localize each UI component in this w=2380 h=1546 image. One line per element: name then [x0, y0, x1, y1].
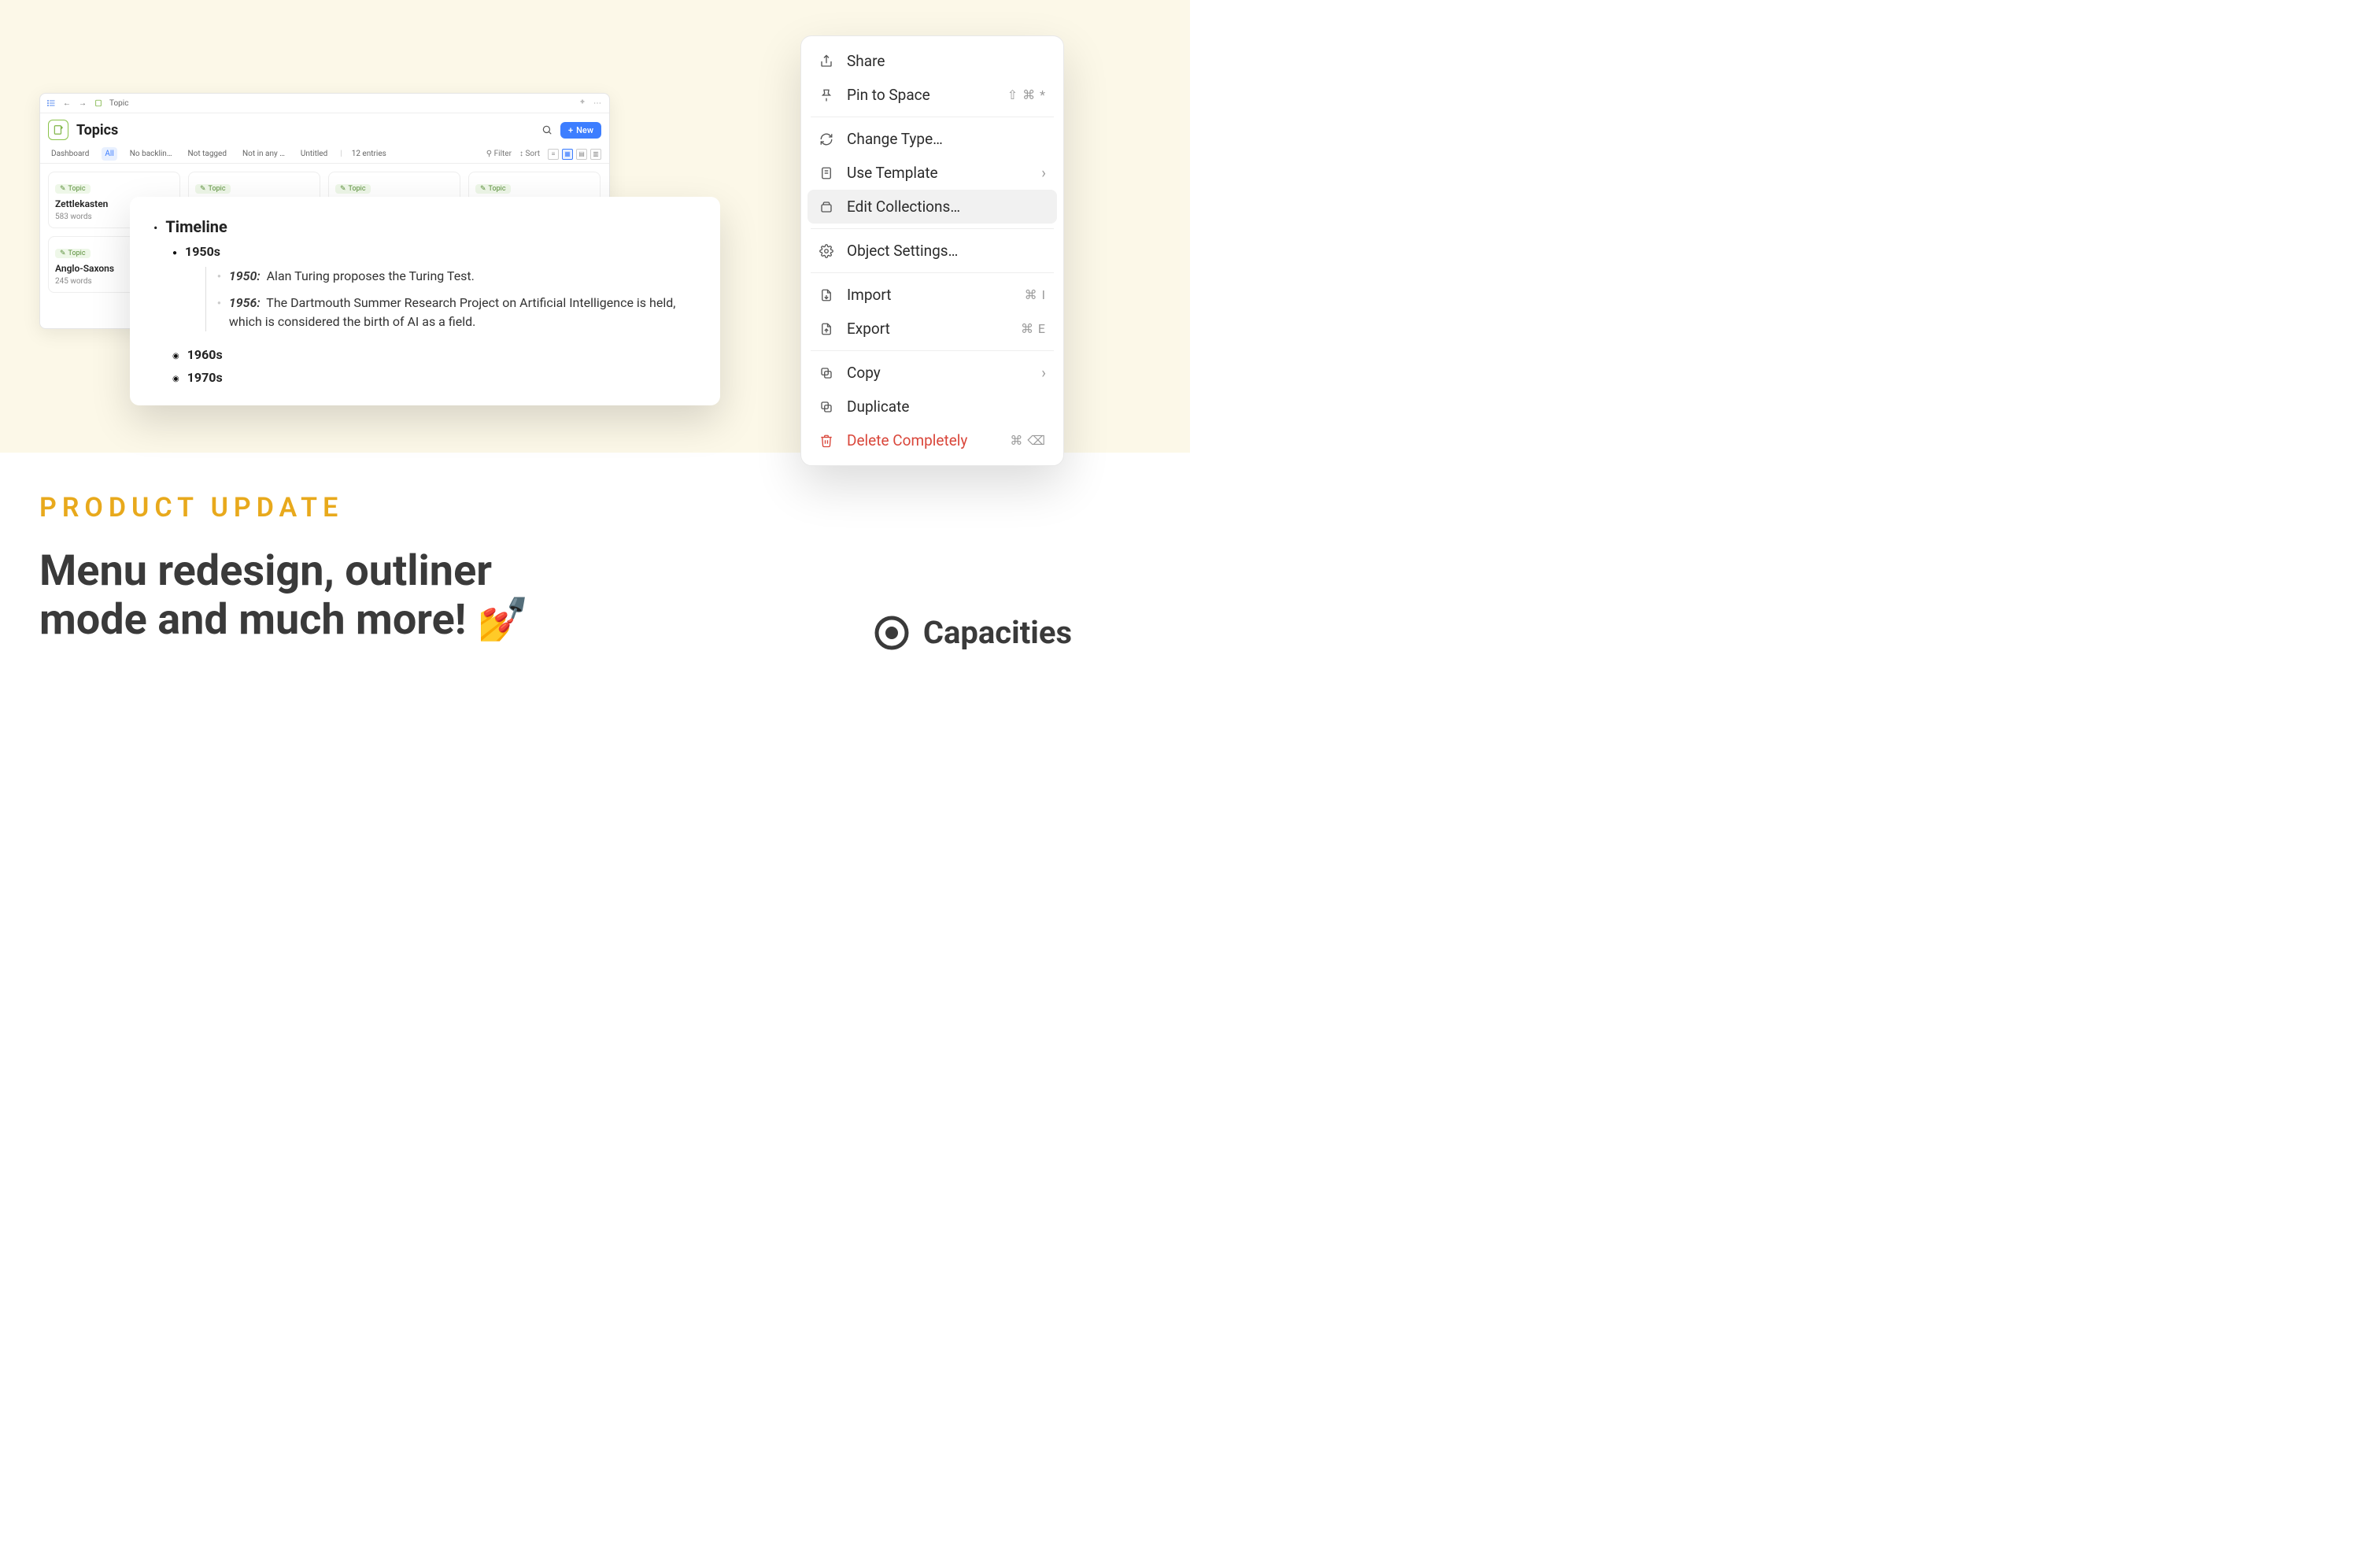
view-table-icon[interactable]: ▥ [590, 149, 601, 160]
view-cards-icon[interactable]: ▦ [562, 149, 573, 160]
menu-object-settings[interactable]: Object Settings… [808, 234, 1057, 268]
plus-icon: + [568, 125, 573, 135]
topic-badge: ✎ Topic [195, 184, 231, 194]
menu-change-type[interactable]: Change Type… [808, 122, 1057, 156]
menu-separator [811, 350, 1054, 351]
topic-badge: ✎ Topic [55, 249, 91, 258]
hero-eyebrow: PRODUCT UPDATE [39, 492, 343, 523]
entry-count: 12 entries [352, 150, 386, 158]
brand: Capacities [874, 614, 1072, 651]
nav-forward-icon[interactable]: → [78, 98, 87, 108]
panel-header: Topics + New [40, 113, 609, 145]
brand-name: Capacities [923, 614, 1072, 651]
new-button[interactable]: + New [560, 122, 601, 139]
shortcut-label: ⇧ ⌘ * [1007, 87, 1046, 102]
pin-icon [819, 87, 834, 103]
more-icon[interactable]: ⋯ [593, 99, 603, 108]
window-toolbar: ← → Topic ⋯ [40, 94, 609, 113]
chevron-right-icon: › [1041, 364, 1046, 382]
menu-share[interactable]: Share [808, 44, 1057, 78]
collections-icon [819, 199, 834, 215]
menu-pin[interactable]: Pin to Space ⇧ ⌘ * [808, 78, 1057, 112]
menu-edit-collections[interactable]: Edit Collections… [808, 190, 1057, 224]
hero-title: Menu redesign, outliner mode and much mo… [39, 547, 530, 645]
tab-dashboard[interactable]: Dashboard [48, 147, 92, 161]
tabs-row: Dashboard All No backlin… Not tagged Not… [40, 145, 609, 164]
view-switcher: ≡ ▦ ▤ ▥ [548, 149, 601, 160]
tab-all[interactable]: All [102, 147, 116, 161]
shortcut-label: ⌘ I [1025, 287, 1046, 302]
outline-heading: Timeline [165, 217, 227, 236]
menu-export[interactable]: Export ⌘ E [808, 312, 1057, 346]
bullet-collapsed-icon[interactable] [172, 375, 179, 383]
topics-icon [48, 120, 68, 140]
outliner-preview: Timeline 1950s 1950: Alan Turing propose… [130, 197, 720, 405]
topic-badge: ✎ Topic [55, 184, 91, 194]
context-menu: Share Pin to Space ⇧ ⌘ * Change Type… Us… [800, 35, 1064, 466]
duplicate-icon [819, 399, 834, 415]
outline-entry: 1956: The Dartmouth Summer Research Proj… [229, 294, 692, 331]
refresh-icon [819, 131, 834, 147]
topic-badge: ✎ Topic [475, 184, 511, 194]
tab-no-backlinks[interactable]: No backlin… [127, 147, 176, 161]
tab-not-in-any[interactable]: Not in any … [239, 147, 288, 161]
bullet-collapsed-icon[interactable] [172, 352, 179, 361]
new-button-label: New [576, 125, 593, 135]
topic-page-icon [94, 98, 103, 108]
shortcut-label: ⌘ ⌫ [1010, 433, 1046, 448]
gear-icon [819, 243, 834, 259]
import-icon [819, 287, 834, 303]
outline-decade: 1950s [185, 244, 220, 259]
tab-not-tagged[interactable]: Not tagged [185, 147, 230, 161]
menu-delete[interactable]: Delete Completely ⌘ ⌫ [808, 423, 1057, 457]
sort-button[interactable]: ↕ Sort [519, 150, 540, 158]
nav-back-icon[interactable]: ← [62, 98, 72, 108]
menu-use-template[interactable]: Use Template › [808, 156, 1057, 190]
view-list-icon[interactable]: ≡ [548, 149, 559, 160]
filter-button[interactable]: ⚲ Filter [486, 150, 512, 158]
outline-entry: 1950: Alan Turing proposes the Turing Te… [229, 267, 475, 286]
menu-copy[interactable]: Copy › [808, 356, 1057, 390]
shortcut-label: ⌘ E [1021, 321, 1046, 336]
view-grid-icon[interactable]: ▤ [576, 149, 587, 160]
menu-import[interactable]: Import ⌘ I [808, 278, 1057, 312]
share-icon [819, 54, 834, 69]
export-icon [819, 321, 834, 337]
search-icon[interactable] [541, 124, 552, 135]
breadcrumb[interactable]: Topic [109, 99, 128, 108]
chevron-right-icon: › [1041, 164, 1046, 182]
outline-decade: 1960s [187, 347, 223, 362]
menu-separator [811, 272, 1054, 273]
topic-badge: ✎ Topic [335, 184, 371, 194]
menu-separator [811, 228, 1054, 229]
list-icon[interactable] [46, 98, 56, 108]
tab-untitled[interactable]: Untitled [298, 147, 331, 161]
trash-icon [819, 433, 834, 449]
template-icon [819, 165, 834, 181]
sparkle-icon[interactable] [578, 98, 587, 108]
menu-duplicate[interactable]: Duplicate [808, 390, 1057, 423]
copy-icon [819, 365, 834, 381]
capacities-logo-icon [874, 616, 909, 650]
panel-title: Topics [76, 122, 534, 139]
outline-decade: 1970s [187, 370, 223, 385]
bullet-icon [172, 249, 177, 257]
